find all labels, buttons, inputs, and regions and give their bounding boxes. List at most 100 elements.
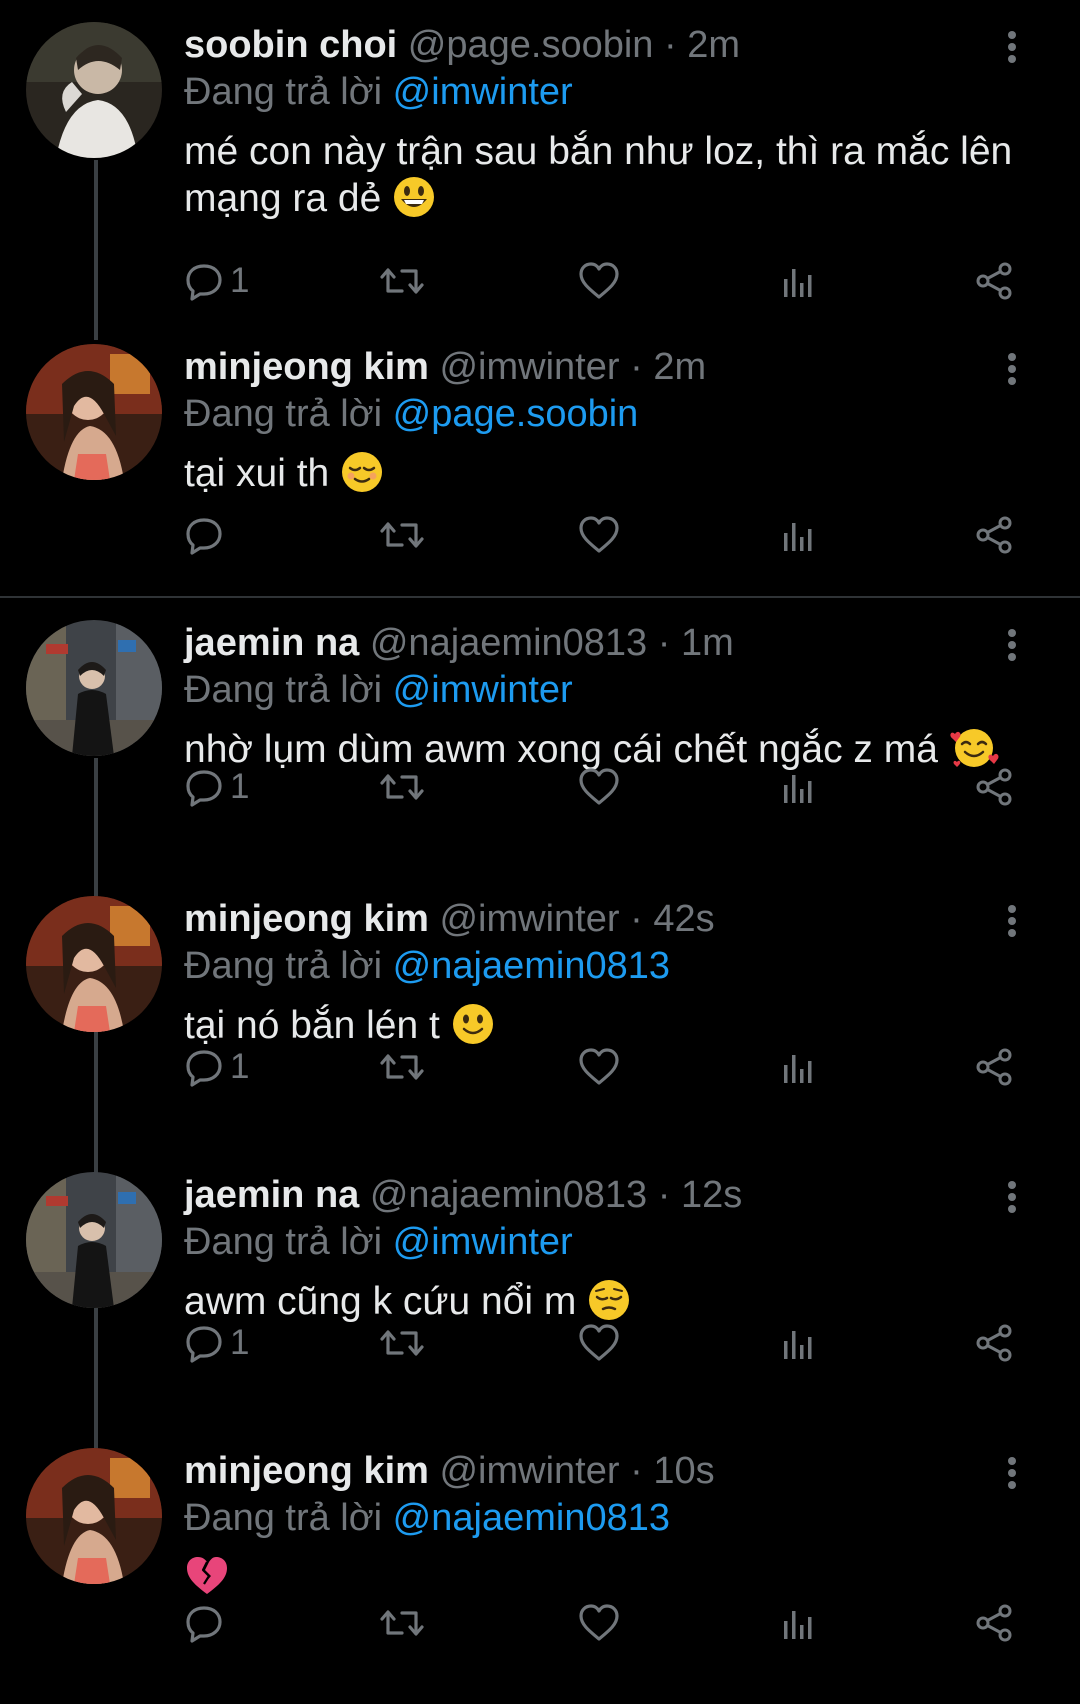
more-icon <box>1008 1181 1016 1213</box>
avatar[interactable] <box>26 1448 162 1584</box>
retweet-button[interactable] <box>380 1598 424 1648</box>
share-button[interactable] <box>974 510 1014 560</box>
broken-heart-emoji <box>187 1557 227 1594</box>
more-options-button[interactable] <box>1006 1456 1018 1490</box>
replying-to: Đang trả lời @page.soobin <box>184 391 638 437</box>
tweet[interactable]: minjeong kim @imwinter · 2m Đang trả lời… <box>0 322 1080 592</box>
timestamp[interactable]: 10s <box>653 1450 714 1492</box>
like-button[interactable] <box>578 256 620 306</box>
share-button[interactable] <box>974 256 1014 306</box>
like-button[interactable] <box>578 762 620 812</box>
retweet-button[interactable] <box>380 256 424 306</box>
replying-to: Đang trả lời @najaemin0813 <box>184 1495 670 1541</box>
reply-count: 1 <box>230 1047 250 1086</box>
user-handle[interactable]: @najaemin0813 <box>370 622 647 664</box>
more-options-button[interactable] <box>1006 904 1018 938</box>
views-button[interactable] <box>778 1598 818 1648</box>
tweet[interactable]: jaemin na @najaemin0813 · 1m Đang trả lờ… <box>0 598 1080 874</box>
heart-icon <box>579 1324 619 1361</box>
more-icon <box>1008 353 1016 385</box>
tweet-actions: 1 <box>184 762 1044 812</box>
share-button[interactable] <box>974 1318 1014 1368</box>
reply-button[interactable] <box>184 510 230 560</box>
mention-link[interactable]: @najaemin0813 <box>393 945 670 987</box>
timestamp[interactable]: 2m <box>687 24 740 66</box>
like-button[interactable] <box>578 1318 620 1368</box>
share-button[interactable] <box>974 1598 1014 1648</box>
tweet[interactable]: soobin choi @page.soobin · 2m Đang trả l… <box>0 0 1080 320</box>
retweet-button[interactable] <box>380 762 424 812</box>
user-handle[interactable]: @imwinter <box>439 898 619 940</box>
reply-button[interactable]: 1 <box>184 1318 249 1368</box>
user-handle[interactable]: @najaemin0813 <box>370 1174 647 1216</box>
mention-link[interactable]: @najaemin0813 <box>393 1497 670 1539</box>
retweet-icon <box>380 1054 424 1080</box>
pensive-face-emoji <box>589 1280 630 1320</box>
tweet-actions <box>184 510 1044 560</box>
avatar[interactable] <box>26 344 162 480</box>
mention-link[interactable]: @imwinter <box>393 669 573 711</box>
replying-to: Đang trả lời @imwinter <box>184 69 573 115</box>
tweet-text-content: tại nó bắn lén t <box>184 1004 440 1047</box>
views-button[interactable] <box>778 510 818 560</box>
avatar[interactable] <box>26 1172 162 1308</box>
views-button[interactable] <box>778 1318 818 1368</box>
display-name[interactable]: jaemin na <box>184 1174 359 1216</box>
avatar[interactable] <box>26 22 162 158</box>
mention-link[interactable]: @imwinter <box>393 1221 573 1263</box>
separator-dot: · <box>630 1450 643 1492</box>
share-button[interactable] <box>974 762 1014 812</box>
tweet-text: tại xui th <box>184 450 1044 497</box>
tweet[interactable]: minjeong kim @imwinter · 10s Đang trả lờ… <box>0 1426 1080 1702</box>
share-icon <box>976 1048 1012 1086</box>
mention-link[interactable]: @imwinter <box>393 71 573 113</box>
display-name[interactable]: minjeong kim <box>184 346 429 388</box>
tweet[interactable]: jaemin na @najaemin0813 · 12s Đang trả l… <box>0 1150 1080 1426</box>
user-handle[interactable]: @imwinter <box>439 1450 619 1492</box>
share-button[interactable] <box>974 1042 1014 1092</box>
like-button[interactable] <box>578 510 620 560</box>
user-handle[interactable]: @page.soobin <box>408 24 654 66</box>
retweet-icon <box>380 774 424 800</box>
display-name[interactable]: minjeong kim <box>184 1450 429 1492</box>
more-icon <box>1008 1457 1016 1489</box>
mention-link[interactable]: @page.soobin <box>393 393 639 435</box>
timestamp[interactable]: 42s <box>653 898 714 940</box>
reply-icon <box>186 1050 222 1087</box>
replying-to-label: Đang trả lời <box>184 945 383 987</box>
retweet-button[interactable] <box>380 510 424 560</box>
display-name[interactable]: minjeong kim <box>184 898 429 940</box>
separator-dot: · <box>664 24 677 66</box>
timestamp[interactable]: 2m <box>653 346 706 388</box>
tweet[interactable]: minjeong kim @imwinter · 42s Đang trả lờ… <box>0 874 1080 1150</box>
display-name[interactable]: soobin choi <box>184 24 397 66</box>
more-options-button[interactable] <box>1006 628 1018 662</box>
timestamp[interactable]: 1m <box>681 622 734 664</box>
reply-button[interactable]: 1 <box>184 1042 249 1092</box>
more-icon <box>1008 905 1016 937</box>
reply-button[interactable]: 1 <box>184 256 249 306</box>
timestamp[interactable]: 12s <box>681 1174 742 1216</box>
display-name[interactable]: jaemin na <box>184 622 359 664</box>
reply-icon <box>186 518 222 555</box>
like-button[interactable] <box>578 1598 620 1648</box>
retweet-icon <box>380 522 424 548</box>
more-options-button[interactable] <box>1006 352 1018 386</box>
reply-button[interactable]: 1 <box>184 762 249 812</box>
more-options-button[interactable] <box>1006 1180 1018 1214</box>
share-icon <box>976 1604 1012 1642</box>
retweet-button[interactable] <box>380 1318 424 1368</box>
reply-icon <box>186 264 222 301</box>
views-button[interactable] <box>778 762 818 812</box>
avatar[interactable] <box>26 896 162 1032</box>
user-handle[interactable]: @imwinter <box>439 346 619 388</box>
tweet-header: jaemin na @najaemin0813 · 1m <box>184 620 734 666</box>
retweet-button[interactable] <box>380 1042 424 1092</box>
views-button[interactable] <box>778 256 818 306</box>
more-options-button[interactable] <box>1006 30 1018 64</box>
reply-button[interactable] <box>184 1598 230 1648</box>
views-button[interactable] <box>778 1042 818 1092</box>
avatar[interactable] <box>26 620 162 756</box>
heart-icon <box>579 768 619 805</box>
like-button[interactable] <box>578 1042 620 1092</box>
